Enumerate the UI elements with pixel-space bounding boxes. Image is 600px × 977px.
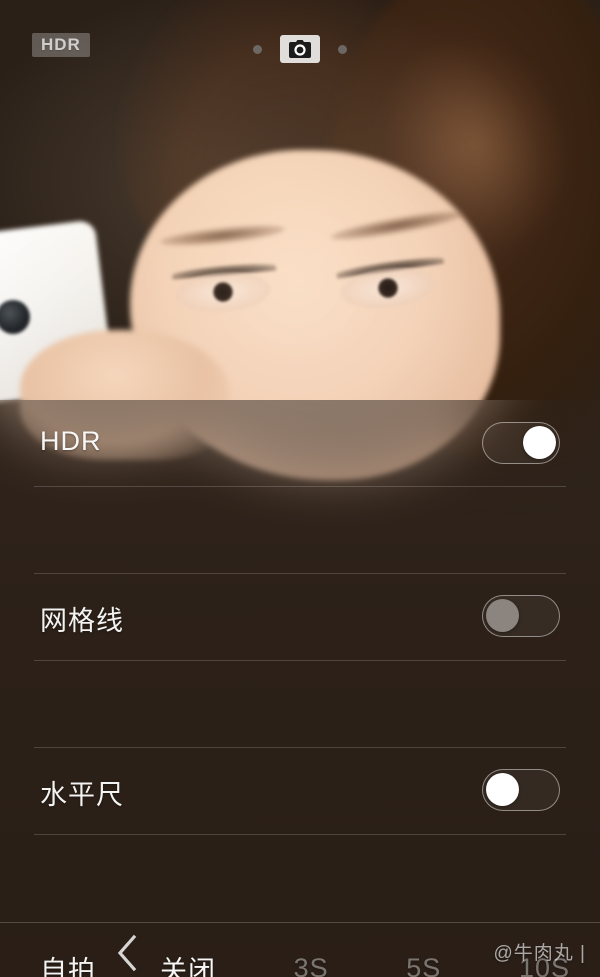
mode-dot-right[interactable]	[338, 44, 347, 54]
back-button[interactable]	[100, 930, 154, 976]
setting-row-photo-size[interactable]: 拍照尺寸 8M(15:9)	[0, 748, 600, 834]
setting-label-hdr: HDR	[40, 426, 102, 456]
camera-icon	[289, 40, 311, 58]
setting-row-hdr[interactable]: HDR	[0, 400, 600, 486]
chevron-left-icon	[114, 933, 140, 973]
camera-mode-indicator	[253, 35, 347, 63]
camera-settings-screen: HDR HDR 网格线 水平尺 自拍 关闭 3S 5S 10S @牛肉丸 |	[0, 0, 600, 977]
mode-dot-left[interactable]	[253, 44, 262, 54]
setting-row-video-size[interactable]: 录像尺寸 1080P(15:9)	[0, 835, 600, 921]
watermark-text: @牛肉丸 |	[493, 943, 586, 964]
settings-panel: HDR 网格线 水平尺 自拍 关闭 3S 5S 10S	[0, 400, 600, 977]
toggle-knob-hdr	[523, 426, 556, 459]
bottom-bar-divider	[0, 922, 600, 923]
setting-row-level[interactable]: 水平尺	[0, 574, 600, 811]
bottom-navigation-bar: @牛肉丸 |	[0, 922, 600, 977]
camera-mode-active[interactable]	[280, 35, 320, 63]
toggle-hdr[interactable]	[482, 422, 560, 464]
viewfinder-top-bar: HDR	[0, 0, 600, 80]
setting-row-self-timer[interactable]: 自拍 关闭 3S 5S 10S	[0, 661, 600, 977]
setting-row-grid-lines[interactable]: 网格线	[0, 487, 600, 637]
hdr-badge[interactable]: HDR	[32, 33, 90, 57]
settings-list: HDR 网格线 水平尺 自拍 关闭 3S 5S 10S	[0, 400, 600, 977]
